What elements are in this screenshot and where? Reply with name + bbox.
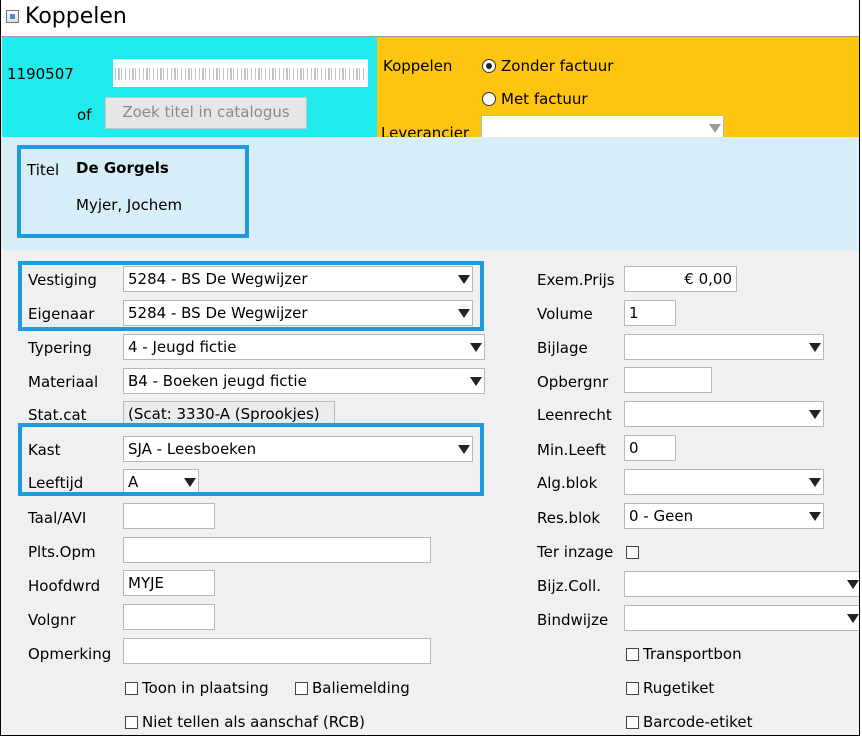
algblok-select[interactable] bbox=[624, 469, 824, 495]
barcode-prefix: 1190507 bbox=[7, 65, 74, 83]
chevron-down-icon[interactable] bbox=[843, 572, 859, 596]
chevron-down-icon[interactable] bbox=[454, 267, 472, 291]
vestiging-label: Vestiging bbox=[28, 271, 97, 289]
title-info-panel bbox=[2, 137, 859, 250]
statcat-field: (Scat: 3330-A (Sprookjes) bbox=[123, 401, 335, 427]
terinzage-checkbox[interactable] bbox=[626, 546, 639, 559]
pltsopm-input[interactable] bbox=[123, 537, 431, 563]
barcode-etiket-label: Barcode-etiket bbox=[643, 713, 753, 731]
leeftijd-value: A bbox=[128, 473, 139, 491]
opmerking-label: Opmerking bbox=[28, 645, 112, 663]
bijzcoll-label: Bijz.Coll. bbox=[537, 577, 602, 595]
of-label: of bbox=[77, 106, 92, 124]
search-catalog-button[interactable]: Zoek titel in catalogus bbox=[105, 97, 307, 129]
resblok-label: Res.blok bbox=[537, 509, 601, 527]
barcode-etiket-checkbox[interactable] bbox=[626, 716, 639, 729]
chevron-down-icon[interactable] bbox=[805, 504, 823, 528]
toon-in-plaatsing-checkbox[interactable] bbox=[125, 682, 138, 695]
algblok-label: Alg.blok bbox=[537, 474, 598, 492]
niet-tellen-checkbox[interactable] bbox=[125, 716, 138, 729]
baliemelding-label: Baliemelding bbox=[312, 679, 410, 697]
leenrecht-select[interactable] bbox=[624, 401, 824, 427]
eigenaar-select[interactable]: 5284 - BS De Wegwijzer bbox=[123, 300, 473, 326]
chevron-down-icon[interactable] bbox=[454, 301, 472, 325]
leverancier-select[interactable] bbox=[481, 115, 724, 140]
chevron-down-icon[interactable] bbox=[466, 335, 484, 359]
toon-in-plaatsing-label: Toon in plaatsing bbox=[142, 679, 269, 697]
volgnr-label: Volgnr bbox=[28, 611, 76, 629]
bijlage-select[interactable] bbox=[624, 334, 824, 360]
hoofdwrd-label: Hoofdwrd bbox=[28, 577, 101, 595]
volume-input[interactable]: 1 bbox=[624, 300, 676, 326]
chevron-down-icon[interactable] bbox=[180, 470, 198, 494]
typering-select[interactable]: 4 - Jeugd fictie bbox=[123, 334, 485, 360]
exemprijs-input[interactable]: € 0,00 bbox=[624, 266, 737, 292]
chevron-down-icon[interactable] bbox=[466, 369, 484, 393]
rugetiket-label: Rugetiket bbox=[643, 679, 715, 697]
pltsopm-label: Plts.Opm bbox=[28, 543, 96, 561]
baliemelding-checkbox[interactable] bbox=[295, 682, 308, 695]
typering-value: 4 - Jeugd fictie bbox=[128, 338, 237, 356]
transportbon-checkbox[interactable] bbox=[626, 648, 639, 661]
materiaal-label: Materiaal bbox=[28, 373, 99, 391]
bijzcoll-select[interactable] bbox=[624, 571, 859, 597]
opbergnr-label: Opbergnr bbox=[537, 373, 609, 391]
materiaal-select[interactable]: B4 - Boeken jeugd fictie bbox=[123, 368, 485, 394]
transportbon-label: Transportbon bbox=[643, 645, 742, 663]
typering-label: Typering bbox=[28, 339, 92, 357]
barcode-input[interactable] bbox=[113, 59, 368, 87]
radio-met-factuur[interactable] bbox=[482, 92, 496, 106]
materiaal-value: B4 - Boeken jeugd fictie bbox=[128, 372, 307, 390]
title-bar: Koppelen bbox=[1, 0, 859, 37]
window-title: Koppelen bbox=[25, 4, 127, 29]
leeftijd-label: Leeftijd bbox=[28, 474, 84, 492]
book-author: Myjer, Jochem bbox=[76, 196, 183, 214]
chevron-down-icon[interactable] bbox=[454, 437, 472, 461]
bindwijze-label: Bindwijze bbox=[537, 611, 609, 629]
bijlage-label: Bijlage bbox=[537, 339, 588, 357]
exemprijs-label: Exem.Prijs bbox=[537, 271, 615, 289]
volgnr-input[interactable] bbox=[123, 604, 215, 630]
barcode-placeholder bbox=[115, 68, 365, 80]
hoofdwrd-input[interactable]: MYJE bbox=[123, 570, 215, 596]
minleeft-label: Min.Leeft bbox=[537, 441, 606, 459]
java-app-icon bbox=[6, 10, 19, 23]
bindwijze-select[interactable] bbox=[624, 605, 859, 631]
radio-zonder-factuur-label: Zonder factuur bbox=[501, 57, 614, 75]
vestiging-value: 5284 - BS De Wegwijzer bbox=[128, 270, 308, 288]
resblok-select[interactable]: 0 - Geen bbox=[624, 503, 824, 529]
radio-zonder-factuur[interactable] bbox=[482, 59, 496, 73]
opmerking-input[interactable] bbox=[123, 638, 431, 664]
vestiging-select[interactable]: 5284 - BS De Wegwijzer bbox=[123, 266, 473, 292]
taalavi-label: Taal/AVI bbox=[28, 509, 87, 527]
book-title: De Gorgels bbox=[76, 159, 169, 177]
eigenaar-label: Eigenaar bbox=[28, 305, 95, 323]
chevron-down-icon[interactable] bbox=[805, 335, 823, 359]
rugetiket-checkbox[interactable] bbox=[626, 682, 639, 695]
titel-label: Titel bbox=[27, 161, 60, 179]
chevron-down-icon[interactable] bbox=[805, 470, 823, 494]
chevron-down-icon[interactable] bbox=[805, 402, 823, 426]
kast-select[interactable]: SJA - Leesboeken bbox=[123, 436, 473, 462]
leenrecht-label: Leenrecht bbox=[537, 406, 612, 424]
taalavi-input[interactable] bbox=[123, 503, 215, 529]
opbergnr-input[interactable] bbox=[624, 367, 712, 393]
minleeft-input[interactable]: 0 bbox=[624, 435, 676, 461]
kast-label: Kast bbox=[28, 441, 61, 459]
resblok-value: 0 - Geen bbox=[629, 507, 694, 525]
kast-value: SJA - Leesboeken bbox=[128, 440, 257, 458]
radio-met-factuur-label: Met factuur bbox=[501, 90, 588, 108]
koppelen-label: Koppelen bbox=[383, 57, 453, 75]
statcat-label: Stat.cat bbox=[28, 406, 87, 424]
terinzage-label: Ter inzage bbox=[537, 543, 614, 561]
chevron-down-icon[interactable] bbox=[843, 606, 859, 630]
niet-tellen-label: Niet tellen als aanschaf (RCB) bbox=[142, 713, 366, 731]
volume-label: Volume bbox=[537, 305, 593, 323]
eigenaar-value: 5284 - BS De Wegwijzer bbox=[128, 304, 308, 322]
koppelen-window: Koppelen 1190507 of Zoek titel in catalo… bbox=[0, 0, 860, 736]
leeftijd-select[interactable]: A bbox=[123, 469, 199, 495]
